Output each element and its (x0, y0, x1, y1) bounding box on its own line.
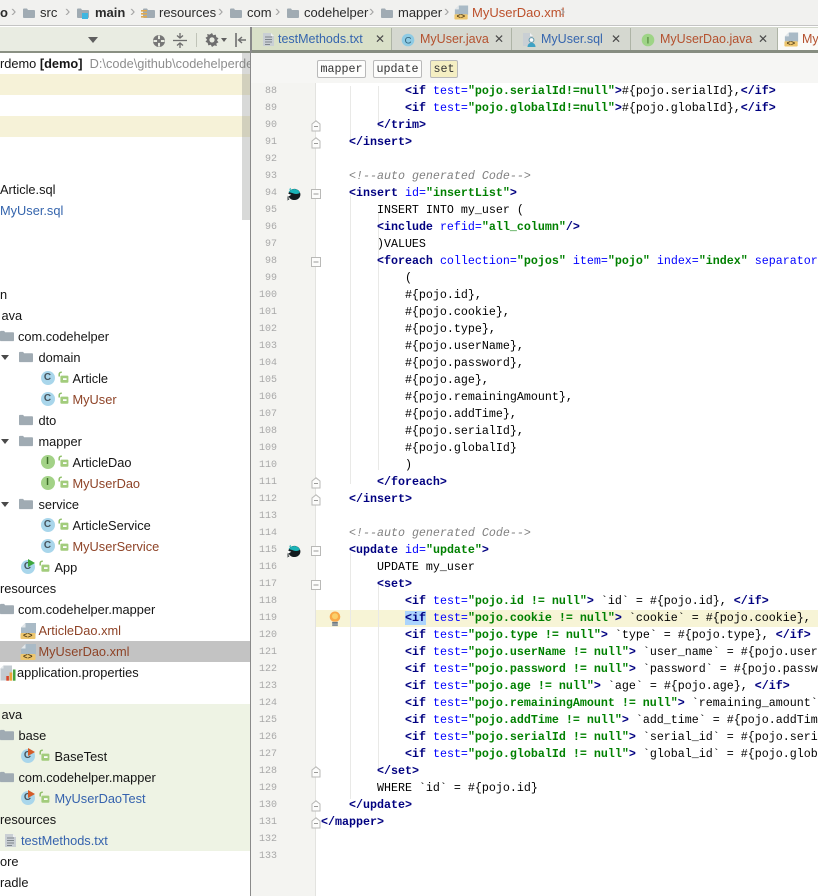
svg-text:<>: <> (787, 41, 795, 47)
svg-text:I: I (647, 35, 650, 46)
svg-text:<>: <> (22, 632, 32, 639)
svg-text:<>: <> (22, 653, 32, 660)
svg-text:<>: <> (457, 14, 465, 20)
svg-text:C: C (405, 35, 412, 46)
